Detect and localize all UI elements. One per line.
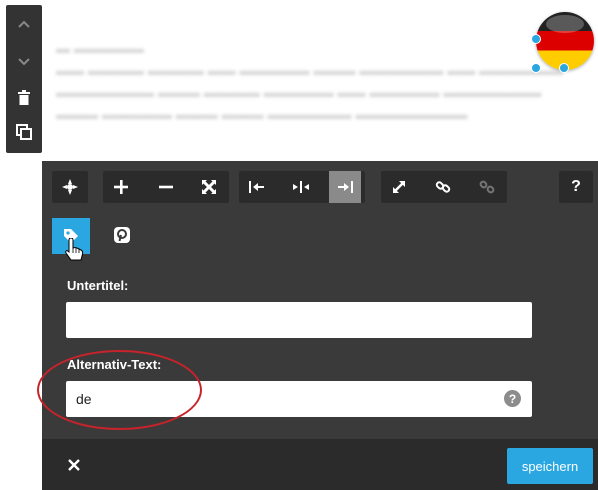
close-button[interactable] <box>62 453 86 477</box>
tab-pinterest[interactable] <box>108 221 136 249</box>
annotation-circle <box>37 350 202 430</box>
fullscreen-icon <box>201 179 217 195</box>
image-settings-icon <box>62 179 78 195</box>
save-button[interactable]: speichern <box>507 448 593 484</box>
unlink-button[interactable] <box>471 171 503 203</box>
align-center-icon <box>293 181 309 193</box>
block-side-toolbar <box>6 5 42 153</box>
selected-image[interactable] <box>531 12 596 73</box>
delete-button[interactable] <box>6 83 42 113</box>
align-right-button[interactable] <box>329 171 361 203</box>
zoom-in-button[interactable] <box>105 171 137 203</box>
help-button[interactable]: ? <box>560 171 592 203</box>
help-circle-icon[interactable]: ? <box>504 390 521 407</box>
resize-handle-left[interactable] <box>531 34 541 44</box>
align-right-icon <box>338 181 353 193</box>
chevron-up-icon <box>18 20 30 28</box>
link-button[interactable] <box>427 171 459 203</box>
subtitle-input[interactable] <box>66 302 532 338</box>
resize-handle-bottom-left[interactable] <box>531 63 541 73</box>
pinterest-icon <box>114 227 130 243</box>
chevron-down-icon <box>18 58 30 66</box>
move-down-button[interactable] <box>6 47 42 77</box>
unlink-icon <box>479 180 495 194</box>
close-icon <box>68 459 80 471</box>
duplicate-button[interactable] <box>6 117 42 147</box>
zoom-in-icon <box>114 180 128 194</box>
image-toolbar: ? <box>42 161 598 213</box>
trash-icon <box>18 90 30 105</box>
panel-footer: speichern <box>42 439 598 490</box>
zoom-out-button[interactable] <box>150 171 182 203</box>
image-settings-button[interactable] <box>54 171 86 203</box>
resize-handle-bottom[interactable] <box>559 63 569 73</box>
align-center-button[interactable] <box>285 171 317 203</box>
resize-icon <box>393 181 405 193</box>
link-icon <box>435 181 451 193</box>
fullscreen-button[interactable] <box>193 171 225 203</box>
align-left-button[interactable] <box>241 171 273 203</box>
align-left-icon <box>249 181 264 193</box>
subtitle-label: Untertitel: <box>67 278 129 293</box>
move-up-button[interactable] <box>6 9 42 39</box>
zoom-out-icon <box>159 185 173 189</box>
copy-icon <box>16 124 32 140</box>
hand-cursor-icon <box>64 237 84 267</box>
resize-button[interactable] <box>383 171 415 203</box>
